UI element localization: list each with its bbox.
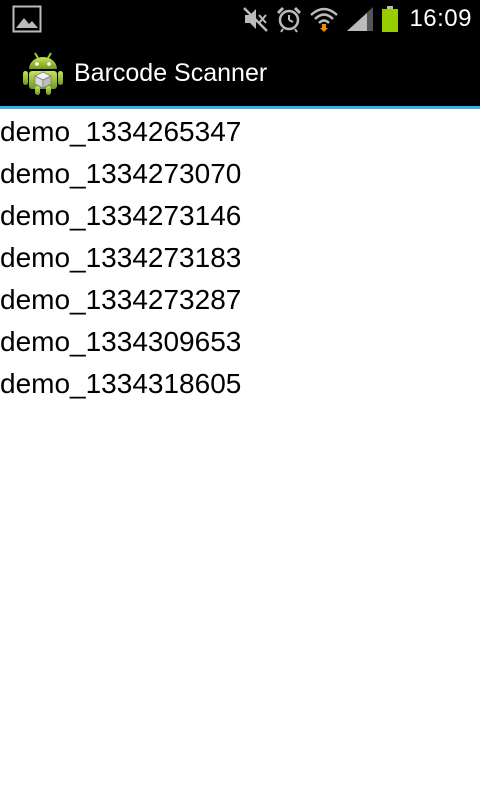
scan-list: demo_1334265347 demo_1334273070 demo_133… [0, 111, 480, 405]
list-item[interactable]: demo_1334309653 [0, 321, 480, 363]
list-item[interactable]: demo_1334265347 [0, 111, 480, 153]
status-icons: 16:09 [241, 0, 472, 38]
title-divider [0, 106, 480, 109]
app-title-bar: Barcode Scanner [0, 38, 480, 108]
list-item[interactable]: demo_1334273146 [0, 195, 480, 237]
image-notification-icon [12, 5, 42, 33]
screen: 16:09 Barcode Scanner demo_1334265347 de… [0, 0, 480, 800]
battery-icon [381, 5, 399, 33]
status-bar: 16:09 [0, 0, 480, 38]
wifi-icon [309, 5, 339, 33]
alarm-icon [275, 5, 303, 33]
list-item[interactable]: demo_1334273287 [0, 279, 480, 321]
signal-icon [345, 5, 375, 33]
status-time: 16:09 [409, 5, 472, 32]
android-robot-icon[interactable] [20, 50, 66, 96]
list-item[interactable]: demo_1334273183 [0, 237, 480, 279]
app-title: Barcode Scanner [74, 58, 268, 87]
list-item[interactable]: demo_1334318605 [0, 363, 480, 405]
mute-icon [241, 5, 269, 33]
list-item[interactable]: demo_1334273070 [0, 153, 480, 195]
